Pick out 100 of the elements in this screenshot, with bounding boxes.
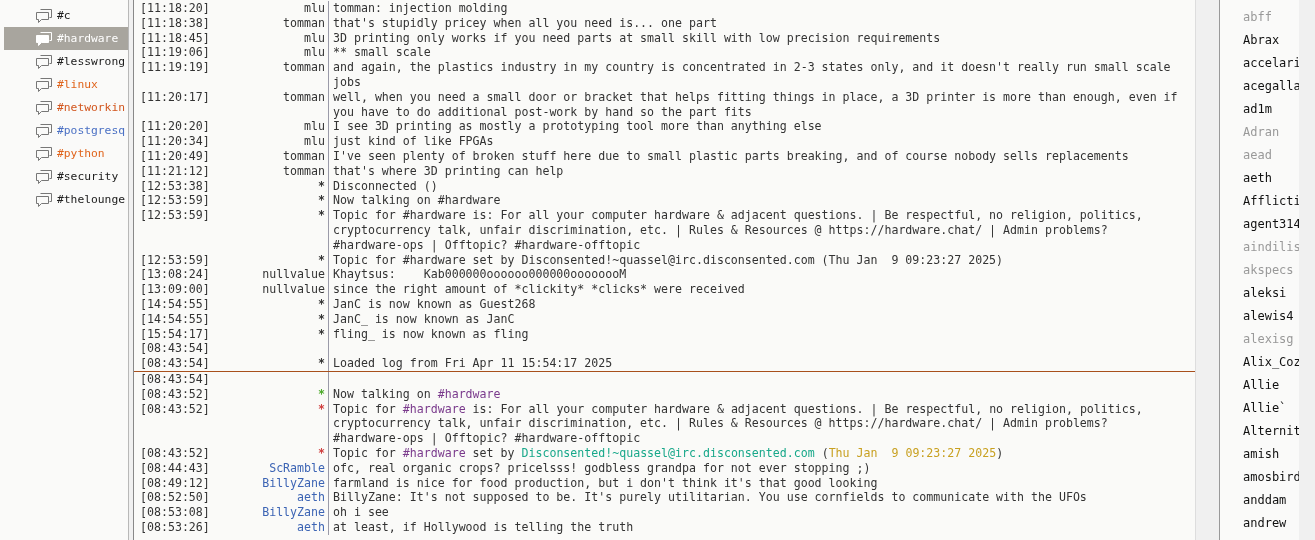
user-item[interactable]: aleksi xyxy=(1220,282,1299,305)
timestamp: [12:53:59] xyxy=(140,193,211,209)
timestamp: [08:43:54] xyxy=(140,356,211,371)
nickname[interactable]: nullvalue xyxy=(262,282,325,297)
timestamp: [08:49:12] xyxy=(140,475,211,491)
nickname[interactable]: tomman xyxy=(283,15,325,30)
nickname[interactable]: tomman xyxy=(283,89,325,104)
message-text: oh i see xyxy=(333,505,389,520)
event-marker: * xyxy=(318,208,325,223)
chat-bubbles-icon xyxy=(36,169,52,184)
message-text: 3D printing only works if you need parts at small skill with low precision requirements xyxy=(333,30,941,45)
timestamp: [08:43:54] xyxy=(140,341,211,357)
chat-bubbles-icon xyxy=(36,123,52,138)
nickname[interactable]: ScRamble xyxy=(269,460,325,475)
user-item[interactable]: Allie xyxy=(1220,374,1299,397)
timestamp: [11:20:17] xyxy=(140,89,211,106)
nickname[interactable]: aeth xyxy=(297,519,325,534)
timestamp: [08:43:54] xyxy=(140,371,211,387)
message-text: ** small scale xyxy=(333,45,431,60)
message-text: well, when you need a small door or bracket that helps fitting things in place, a 3D printer is more than enough, even if you have to do additional post-work by hand so the part fits xyxy=(333,89,1179,119)
timestamp: [15:54:17] xyxy=(140,326,211,342)
event-marker: * xyxy=(318,386,325,401)
chat-bubbles-icon xyxy=(36,31,52,46)
timestamp: [12:53:59] xyxy=(140,208,211,225)
nickname[interactable]: mlu xyxy=(304,119,325,134)
timestamp: [08:43:52] xyxy=(140,386,211,402)
chat-bubbles-icon xyxy=(36,100,52,115)
timestamp: [08:53:26] xyxy=(140,519,211,535)
nickname[interactable]: mlu xyxy=(304,30,325,45)
nickname[interactable]: mlu xyxy=(304,134,325,149)
event-marker: * xyxy=(318,311,325,326)
timestamp: [12:53:59] xyxy=(140,252,211,268)
message-text: BillyZane: It's not supposed to be. It's purely utilitarian. You use cornfields to communicate with the UFOs xyxy=(333,490,1087,505)
timestamp: [12:53:38] xyxy=(140,178,211,194)
event-marker: * xyxy=(318,356,325,371)
message-text: that's where 3D printing can help xyxy=(333,163,564,178)
nickname[interactable]: mlu xyxy=(304,45,325,60)
message-text: since the right amount of *clickity* *clicks* were received xyxy=(333,282,745,297)
event-text: JanC_ is now known as JanC xyxy=(333,311,515,326)
event-text: Topic for #hardware is: For all your computer hardware & adjacent questions. | Be respectful, no religion, politics, cryptocurrency talk, unfair discrimination, etc. | Rules & Resources @ https://hardware.chat/ | Admin problems? #hardware-ops | Offtopic? #hardware-offtopic xyxy=(333,208,1144,252)
nickname[interactable]: BillyZane xyxy=(262,505,325,520)
chat-bubbles-icon xyxy=(36,146,52,161)
user-item[interactable]: Allie` xyxy=(1220,397,1299,420)
user-item[interactable]: aeth xyxy=(1220,167,1299,190)
timestamp: [08:43:52] xyxy=(140,401,211,418)
channel-item[interactable]: #networkin xyxy=(4,96,128,119)
nickname[interactable]: nullvalue xyxy=(262,267,325,282)
chat-bubbles-icon xyxy=(36,54,52,69)
timestamp: [08:43:52] xyxy=(140,445,211,461)
timestamp: [08:44:43] xyxy=(140,460,211,476)
user-item[interactable]: amosbird xyxy=(1220,466,1299,489)
user-item[interactable]: ad1m xyxy=(1220,98,1299,121)
message-text: farmland is nice for food production, but i don't think it's that good looking xyxy=(333,475,878,490)
event-marker: * xyxy=(318,445,325,460)
timestamp: [11:18:45] xyxy=(140,30,211,46)
user-item[interactable]: Alternit xyxy=(1220,420,1299,443)
timestamp: [11:20:20] xyxy=(140,119,211,135)
timestamp: [13:08:24] xyxy=(140,267,211,283)
user-item[interactable]: acegalla xyxy=(1220,75,1299,98)
event-text: Topic for #hardware set by Disconsented!~quassel@irc.disconsented.com (Thu Jan 9 09:23:27 2025) xyxy=(333,252,1004,267)
channel-item[interactable]: #thelounge xyxy=(4,188,128,211)
timestamp: [14:54:55] xyxy=(140,296,211,312)
timestamp: [11:20:49] xyxy=(140,148,211,164)
scrollbar[interactable] xyxy=(1195,0,1217,540)
channel-item[interactable]: #postgresq xyxy=(4,119,128,142)
event-text: Disconnected () xyxy=(333,178,438,193)
channel-item[interactable]: #security xyxy=(4,165,128,188)
timestamp: [08:53:08] xyxy=(140,505,211,520)
timestamp: [11:20:34] xyxy=(140,134,211,149)
message-text: Khaytsus: Kab000000oooooo000000oooooooM xyxy=(333,267,627,282)
timestamp: [14:54:55] xyxy=(140,311,211,327)
nickname[interactable]: mlu xyxy=(304,1,325,15)
event-marker: * xyxy=(318,401,325,416)
user-item[interactable]: anddam xyxy=(1220,489,1299,512)
user-item[interactable]: Alix_Coz xyxy=(1220,351,1299,374)
event-text: JanC is now known as Guest268 xyxy=(333,296,536,311)
channel-item[interactable]: #c xyxy=(4,4,128,27)
nickname[interactable]: aeth xyxy=(297,490,325,505)
timestamp: [11:19:19] xyxy=(140,60,211,77)
user-item[interactable]: amish xyxy=(1220,443,1299,466)
nickname[interactable]: BillyZane xyxy=(262,475,325,490)
user-item[interactable]: alewis4 xyxy=(1220,305,1299,328)
timestamp: [11:21:12] xyxy=(140,163,211,179)
nickname[interactable]: tomman xyxy=(283,148,325,163)
user-item[interactable]: andrew xyxy=(1220,512,1299,535)
channel-item[interactable]: #lesswrong xyxy=(4,50,128,73)
message-text: that's stupidly pricey when all you need is... one part xyxy=(333,15,717,30)
timestamp: [13:09:00] xyxy=(140,282,211,297)
message-text: I see 3D printing as mostly a prototyping tool more than anything else xyxy=(333,119,822,134)
nickname[interactable]: tomman xyxy=(283,163,325,178)
user-item[interactable]: Abrax xyxy=(1220,29,1299,52)
event-text: fling_ is now known as fling xyxy=(333,326,529,341)
event-text: Now talking on #hardware xyxy=(333,386,501,401)
message-text: ofc, real organic crops? pricelsss! godbless grandpa for not ever stopping ;) xyxy=(333,460,871,475)
nickname[interactable]: tomman xyxy=(283,60,325,75)
event-text: Loaded log from Fri Apr 11 15:54:17 2025 xyxy=(333,356,613,371)
chat-bubbles-icon xyxy=(36,192,52,207)
timestamp: [11:18:38] xyxy=(140,15,211,31)
message-text: at least, if Hollywood is telling the truth xyxy=(333,519,634,534)
event-marker: * xyxy=(318,296,325,311)
